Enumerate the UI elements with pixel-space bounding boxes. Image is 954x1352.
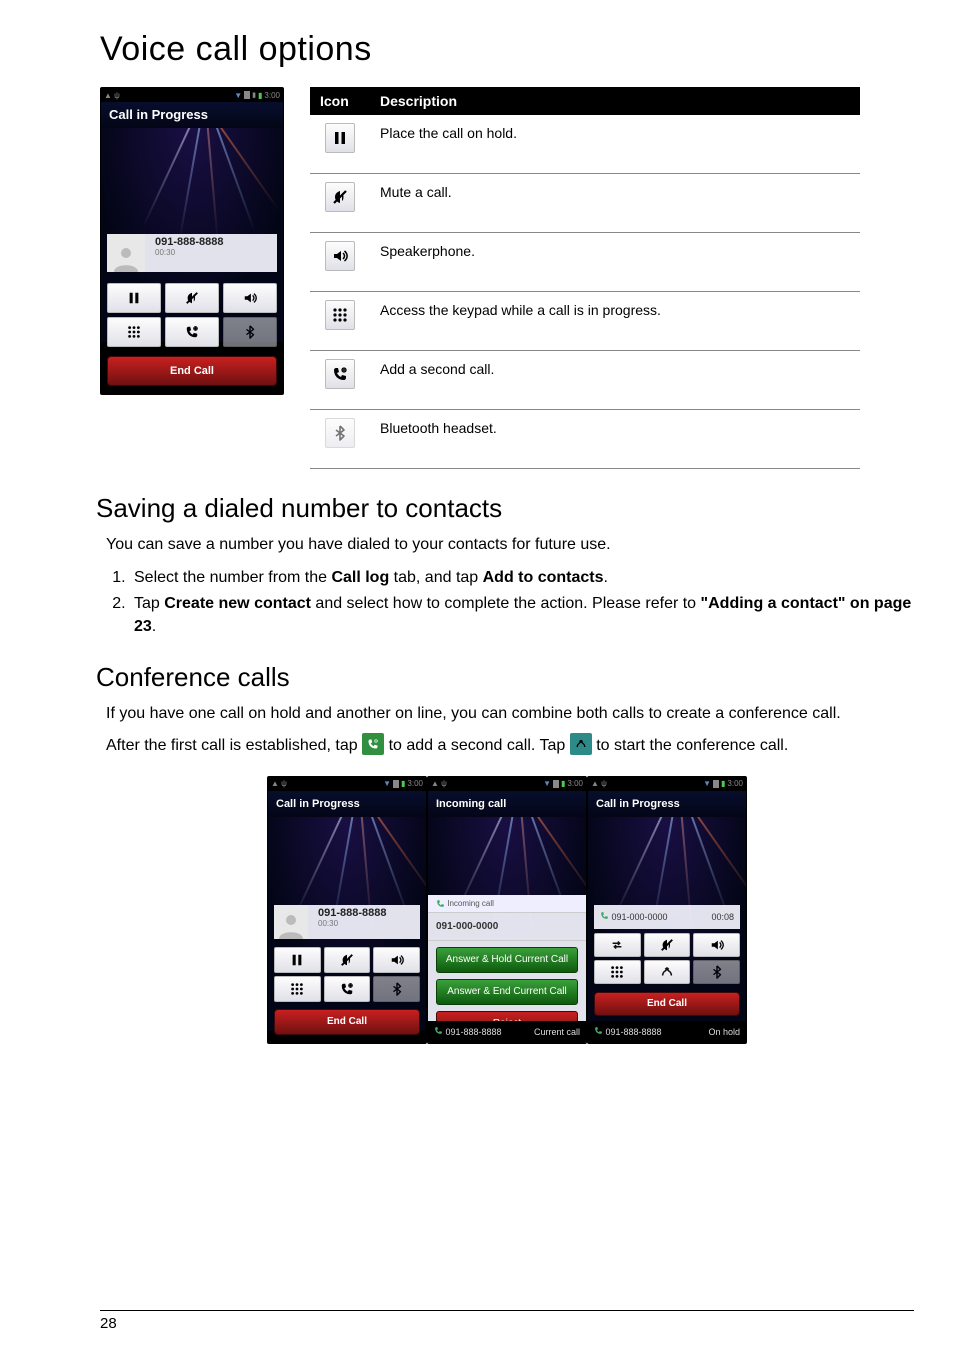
th-icon: Icon [310,87,370,115]
speaker-icon [325,241,355,271]
speaker-button[interactable] [373,947,420,973]
current-call-footer: 091-888-8888 Current call [428,1021,586,1043]
call-duration: 00:30 [155,248,224,257]
conference-p1: If you have one call on hold and another… [106,703,914,725]
page-footer: 28 [100,1310,914,1332]
swap-button[interactable] [594,933,641,957]
screenshot-a: ▲ ψ▼▮3:00 Call in Progress 091-888-88880… [267,776,427,1044]
step-1: Select the number from the Call log tab,… [130,566,914,589]
screenshot-c: ▲ ψ▼▮3:00 Call in Progress 091-000-0000 … [587,776,747,1044]
avatar [107,234,145,272]
caller-info-strip: 091-888-8888 00:30 [107,234,277,272]
active-call-row: 091-000-0000 00:08 [594,905,740,929]
hold-button[interactable] [274,947,321,973]
screenshot-call-in-progress: ▲ ψ ▼▮▮3:00 Call in Progress 091-888-888… [100,87,284,395]
answer-hold-button[interactable]: Answer & Hold Current Call [436,947,578,973]
step-2: Tap Create new contact and select how to… [130,592,914,638]
section-saving-title: Saving a dialed number to contacts [96,493,914,524]
steps-list: Select the number from the Call log tab,… [130,566,914,638]
speaker-button[interactable] [223,283,277,313]
icon-description-table: Icon Description Place the call on hold.… [310,87,860,469]
mute-button[interactable] [644,933,691,957]
mute-icon [325,182,355,212]
desc-speaker: Speakerphone. [370,233,860,292]
speaker-button[interactable] [693,933,740,957]
bluetooth-button[interactable] [693,960,740,984]
add-call-button[interactable] [165,317,219,347]
keypad-button[interactable] [274,976,321,1002]
bluetooth-icon [325,418,355,448]
bluetooth-button[interactable] [373,976,420,1002]
bluetooth-button[interactable] [223,317,277,347]
keypad-button[interactable] [107,317,161,347]
shot-c-title: Call in Progress [588,791,746,817]
hold-button[interactable] [107,283,161,313]
end-call-button[interactable]: End Call [274,1009,420,1035]
status-bar: ▲ ψ ▼▮▮3:00 [101,88,283,102]
section-saving-intro: You can save a number you have dialed to… [106,534,914,556]
caller-number: 091-888-8888 [155,236,224,248]
end-call-button[interactable]: End Call [594,992,740,1016]
add-call-button[interactable] [324,976,371,1002]
desc-bluetooth: Bluetooth headset. [370,410,860,469]
shot-b-title: Incoming call [428,791,586,817]
conference-p2: After the first call is established, tap… [106,735,914,758]
page-number: 28 [100,1315,117,1332]
keypad-button[interactable] [594,960,641,984]
end-call-button[interactable]: End Call [107,356,277,386]
merge-inline-icon [570,733,592,755]
add-call-inline-icon [362,733,384,755]
add-call-icon [325,359,355,389]
mute-button[interactable] [165,283,219,313]
desc-addcall: Add a second call. [370,351,860,410]
desc-mute: Mute a call. [370,174,860,233]
pause-icon [325,123,355,153]
mute-button[interactable] [324,947,371,973]
section-conference-title: Conference calls [96,662,914,693]
screen-title: Call in Progress [101,102,283,128]
th-desc: Description [370,87,860,115]
shot-a-title: Call in Progress [268,791,426,817]
merge-button[interactable] [644,960,691,984]
screenshot-b: ▲ ψ▼▮3:00 Incoming call Incoming call 09… [427,776,587,1044]
desc-keypad: Access the keypad while a call is in pro… [370,292,860,351]
status-left-icons: ▲ ψ [104,91,120,100]
onhold-footer: 091-888-8888 On hold [588,1021,746,1043]
answer-end-button[interactable]: Answer & End Current Call [436,979,578,1005]
desc-hold: Place the call on hold. [370,115,860,174]
page-title: Voice call options [100,30,914,69]
keypad-icon [325,300,355,330]
